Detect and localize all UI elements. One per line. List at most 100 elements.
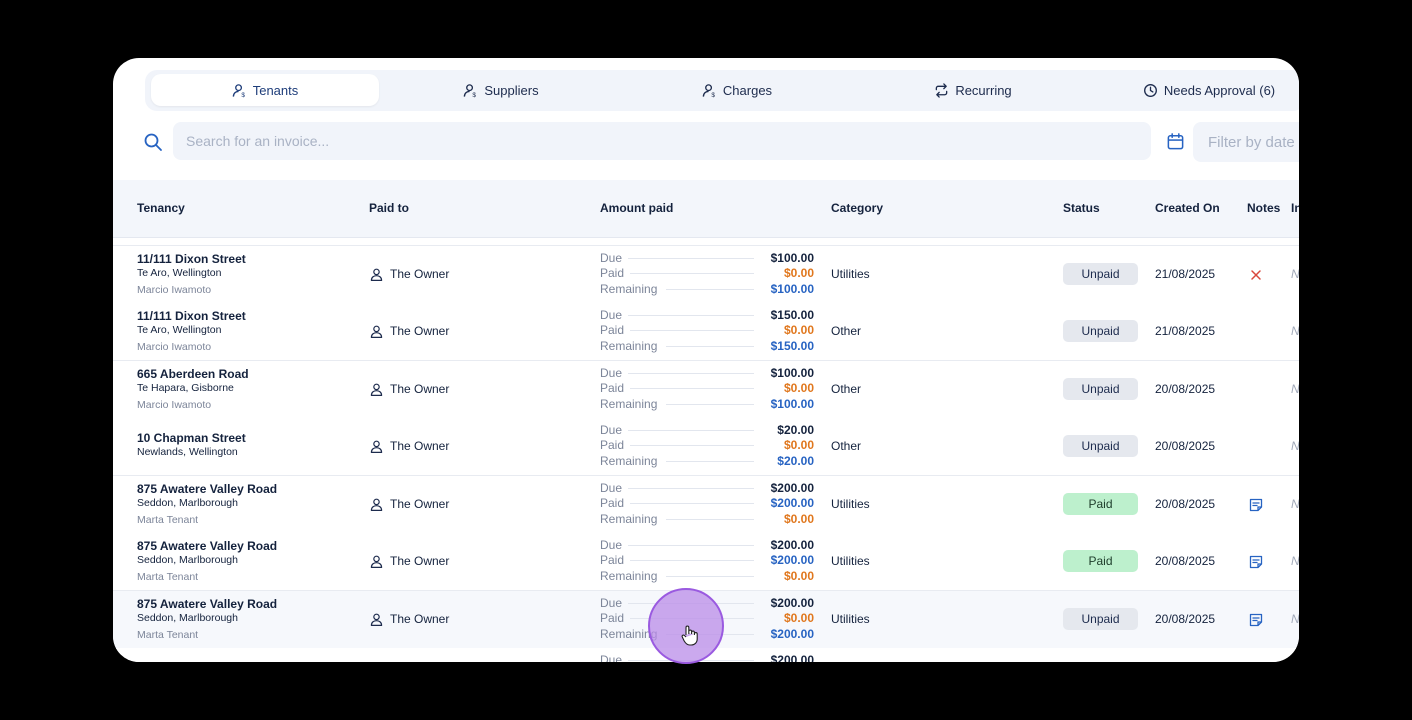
amount-due-label: Due: [600, 538, 623, 552]
tab-tenants[interactable]: $ Tenants: [151, 74, 379, 106]
person-icon: [370, 555, 383, 568]
invoice-number-partial: N: [1291, 324, 1299, 338]
date-filter-input[interactable]: [1193, 122, 1299, 162]
amount-paid-line: Paid $200.00: [600, 553, 814, 567]
tenancy-address[interactable]: 875 Awatere Valley Road: [137, 597, 277, 611]
amount-rule: [628, 430, 754, 431]
amount-paid-value: $0.00: [783, 323, 814, 337]
search-row: [113, 120, 1299, 164]
amount-due-label: Due: [600, 251, 623, 265]
amount-remaining-line: Remaining $150.00: [600, 339, 814, 353]
table-row[interactable]: 875 Awatere Valley Road Seddon, Marlborou…: [113, 476, 1299, 534]
amount-due-label: Due: [600, 481, 623, 495]
tab-recurring[interactable]: Recurring: [859, 74, 1087, 106]
amount-rule: [630, 273, 754, 274]
tab-suppliers[interactable]: $ Suppliers: [387, 74, 615, 106]
amount-paid-label: Paid: [600, 496, 625, 510]
amount-paid-line: Paid $0.00: [600, 438, 814, 452]
status-badge: Unpaid: [1063, 378, 1138, 400]
tenancy-address[interactable]: 875 Awatere Valley Road: [137, 661, 277, 662]
paid-to-label: The Owner: [390, 382, 450, 396]
tab-needs[interactable]: Needs Approval (6): [1095, 74, 1299, 106]
column-header-status[interactable]: Status: [1063, 201, 1100, 215]
amount-due-value: $100.00: [770, 251, 814, 265]
column-header-in[interactable]: In: [1291, 201, 1299, 215]
note-icon[interactable]: [1248, 497, 1264, 513]
tenancy-suburb: Te Aro, Wellington: [137, 267, 222, 279]
partial-row-top: [113, 238, 1299, 246]
table-row[interactable]: 10 Chapman Street Newlands, Wellington The…: [113, 418, 1299, 476]
amount-paid-label: Paid: [600, 266, 625, 280]
table-row[interactable]: 11/111 Dixon Street Te Aro, Wellington Mar…: [113, 303, 1299, 361]
tenancy-address[interactable]: 10 Chapman Street: [137, 431, 246, 445]
tenancy-suburb: Te Aro, Wellington: [137, 324, 222, 336]
amount-rule: [666, 576, 754, 577]
person-icon: [370, 498, 383, 511]
amount-rule: [666, 404, 754, 405]
amount-remaining-line: Remaining $100.00: [600, 282, 814, 296]
status-badge: Unpaid: [1063, 608, 1138, 630]
invoice-number-partial: N: [1291, 382, 1299, 396]
tab-charges[interactable]: $ Charges: [623, 74, 851, 106]
search-icon[interactable]: [143, 132, 163, 152]
invoice-number-partial: N: [1291, 554, 1299, 568]
table-row[interactable]: 875 Awatere Valley Road Seddon, Marlborou…: [113, 533, 1299, 591]
amount-paid-label: Paid: [600, 381, 625, 395]
column-header-notes[interactable]: Notes: [1247, 201, 1280, 215]
amount-paid-line: Paid $0.00: [600, 381, 814, 395]
column-header-paid-to[interactable]: Paid to: [369, 201, 409, 215]
amount-remaining-label: Remaining: [600, 512, 658, 526]
invoice-number-partial: N: [1291, 439, 1299, 453]
amount-due-line: Due $20.00: [600, 423, 814, 437]
column-header-amount-paid[interactable]: Amount paid: [600, 201, 673, 215]
tab-label: Suppliers: [484, 82, 539, 98]
close-icon[interactable]: [1248, 267, 1264, 283]
amount-due-value: $200.00: [770, 596, 814, 610]
column-header-created-on[interactable]: Created On: [1155, 201, 1220, 215]
tenancy-address[interactable]: 875 Awatere Valley Road: [137, 482, 277, 496]
amount-paid-label: Paid: [600, 553, 625, 567]
column-header-category[interactable]: Category: [831, 201, 883, 215]
hand-cursor-icon: [681, 625, 698, 646]
amount-rule: [628, 373, 754, 374]
amount-remaining-label: Remaining: [600, 569, 658, 583]
search-input[interactable]: [173, 122, 1151, 160]
amount-rule: [666, 519, 754, 520]
paid-to-label: The Owner: [390, 497, 450, 511]
amount-due-line: Due $100.00: [600, 251, 814, 265]
tenant-name: Marta Tenant: [137, 629, 199, 641]
person-icon: [370, 325, 383, 338]
table-row[interactable]: 11/111 Dixon Street Te Aro, Wellington Mar…: [113, 246, 1299, 304]
invoice-number-partial: N: [1291, 497, 1299, 511]
calendar-icon[interactable]: [1166, 132, 1185, 151]
amount-paid-value: $0.00: [783, 381, 814, 395]
amount-remaining-value: $200.00: [770, 627, 814, 641]
tenant-icon: $: [232, 83, 245, 98]
tenancy-address[interactable]: 665 Aberdeen Road: [137, 367, 249, 381]
person-icon: [370, 440, 383, 453]
amount-paid-label: Paid: [600, 438, 625, 452]
column-header-tenancy[interactable]: Tenancy: [137, 201, 185, 215]
amount-rule: [666, 346, 754, 347]
amount-paid-label: Paid: [600, 611, 625, 625]
person-icon: [370, 268, 383, 281]
amount-paid-label: Paid: [600, 323, 625, 337]
amount-due-value: $150.00: [770, 308, 814, 322]
table-row[interactable]: 665 Aberdeen Road Te Hapara, Gisborne Marc…: [113, 361, 1299, 419]
paid-to-label: The Owner: [390, 554, 450, 568]
status-badge: Unpaid: [1063, 320, 1138, 342]
tenancy-address[interactable]: 875 Awatere Valley Road: [137, 539, 277, 553]
amount-rule: [628, 315, 754, 316]
note-icon[interactable]: [1248, 612, 1264, 628]
supplier-icon: $: [464, 83, 477, 98]
tenancy-address[interactable]: 11/111 Dixon Street: [137, 309, 246, 323]
amount-remaining-value: $150.00: [770, 339, 814, 353]
category: Other: [831, 382, 862, 396]
note-icon[interactable]: [1248, 554, 1264, 570]
status-badge: Unpaid: [1063, 435, 1138, 457]
tab-label: Needs Approval (6): [1163, 82, 1276, 98]
tab-label: Charges: [722, 82, 773, 98]
tenant-name: Marcio Iwamoto: [137, 341, 212, 353]
paid-to: The Owner: [370, 324, 449, 338]
tenancy-address[interactable]: 11/111 Dixon Street: [137, 252, 246, 266]
